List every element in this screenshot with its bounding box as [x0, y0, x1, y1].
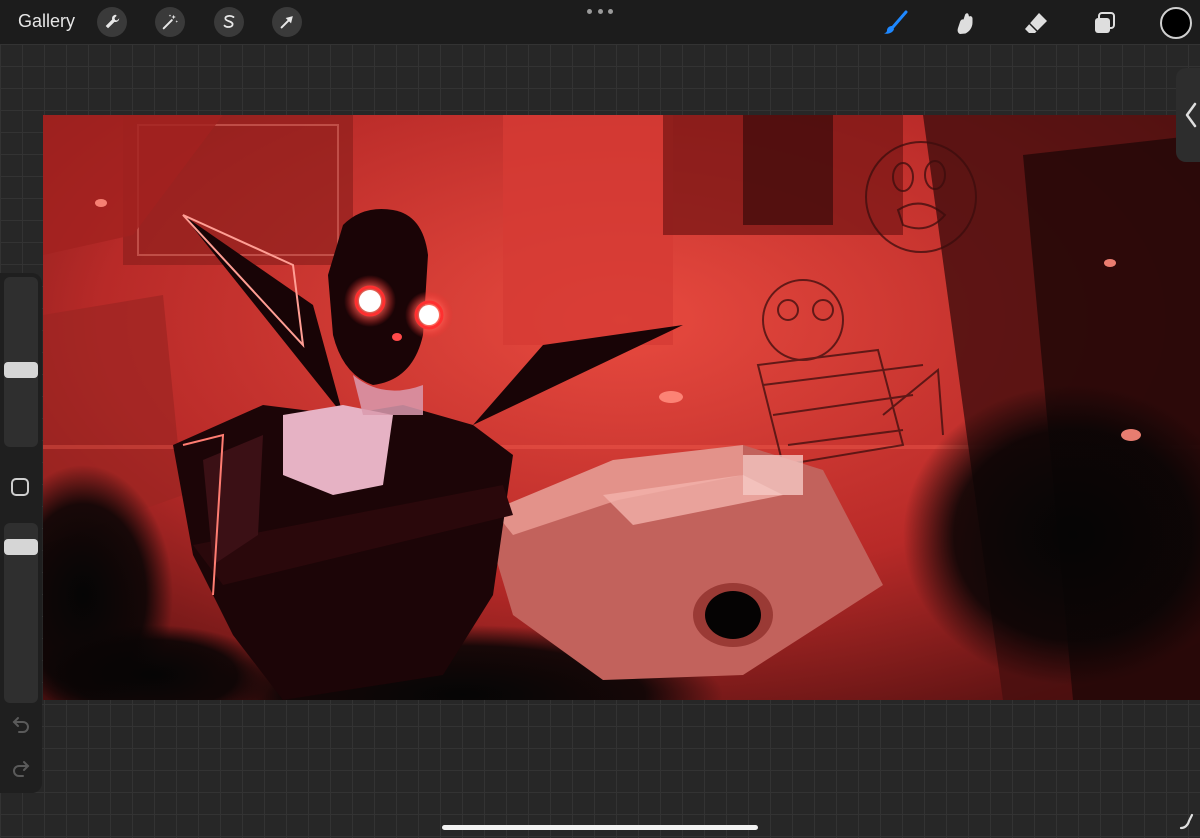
modify-button[interactable]: [11, 478, 29, 496]
left-sidebar: [0, 273, 42, 793]
actions-button[interactable]: [97, 7, 127, 37]
chevron-left-icon: [1185, 102, 1197, 128]
layers-icon: [1095, 12, 1115, 33]
artwork: [43, 115, 1200, 700]
transform-arrow-icon: [280, 16, 293, 29]
color-picker-button[interactable]: [1160, 7, 1192, 39]
smudge-icon: [957, 13, 973, 34]
transform-button[interactable]: [272, 7, 302, 37]
undo-button[interactable]: [8, 711, 34, 737]
reference-panel-tab[interactable]: [1176, 68, 1200, 162]
top-toolbar: Gallery: [0, 0, 1200, 44]
quickshape-icon[interactable]: [1178, 812, 1196, 830]
drawing-canvas[interactable]: [43, 115, 1200, 700]
eraser-icon: [1025, 13, 1047, 33]
gallery-button[interactable]: Gallery: [18, 11, 75, 32]
brush-icon: [884, 10, 908, 34]
redo-icon: [13, 761, 30, 777]
layers-button[interactable]: [1090, 8, 1120, 38]
adjustments-button[interactable]: [155, 7, 185, 37]
undo-icon: [12, 717, 29, 733]
smudge-tool-button[interactable]: [949, 8, 979, 38]
opacity-thumb[interactable]: [4, 539, 38, 556]
brush-size-thumb[interactable]: [4, 361, 38, 378]
wrench-icon: [105, 14, 120, 29]
eraser-tool-button[interactable]: [1021, 8, 1051, 38]
brush-tool-button[interactable]: [880, 8, 910, 38]
more-options-icon[interactable]: [587, 4, 613, 18]
magic-wand-icon: [162, 14, 179, 30]
selection-button[interactable]: [214, 7, 244, 37]
selection-icon: [223, 15, 235, 28]
redo-button[interactable]: [8, 755, 34, 781]
procreate-workspace: Gallery: [0, 0, 1200, 838]
home-indicator[interactable]: [442, 825, 758, 830]
